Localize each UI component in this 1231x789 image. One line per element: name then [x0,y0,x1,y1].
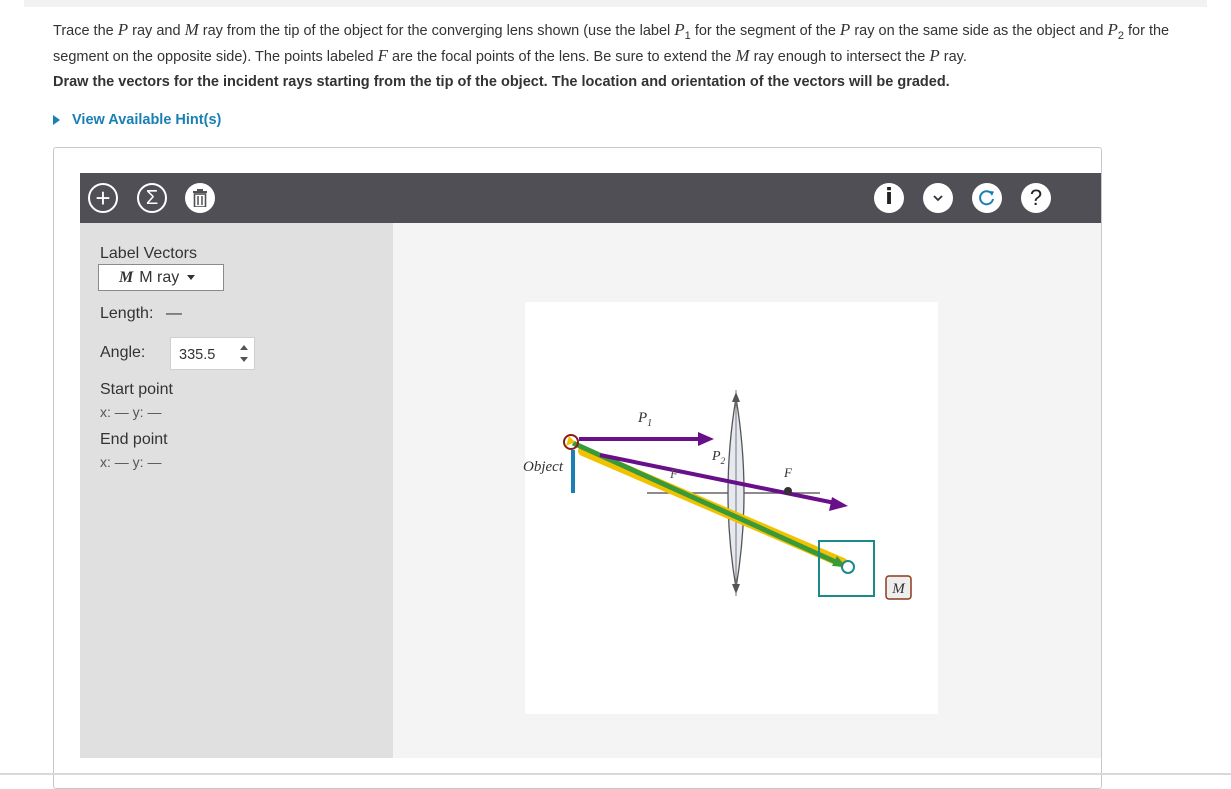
lens-diagram: Object P1 P2 F F M [523,390,912,600]
m-ray-vector[interactable] [571,440,840,566]
focal-point-right-label: F [783,465,793,480]
object-label: Object [523,459,564,475]
end-handle-icon[interactable] [841,560,855,574]
p1-arrowhead-icon [698,432,714,446]
bottom-rule [0,773,1231,775]
p2-arrowhead-icon [829,497,848,511]
p2-label: P2 [711,449,726,466]
p1-label: P1 [637,410,652,429]
lens-bottom-arrow-icon [732,584,740,594]
m-label-tag-text: M [891,581,906,597]
focal-point-left-label: F [669,466,679,481]
lens-top-arrow-icon [732,392,740,402]
right-focal-point [784,487,792,495]
